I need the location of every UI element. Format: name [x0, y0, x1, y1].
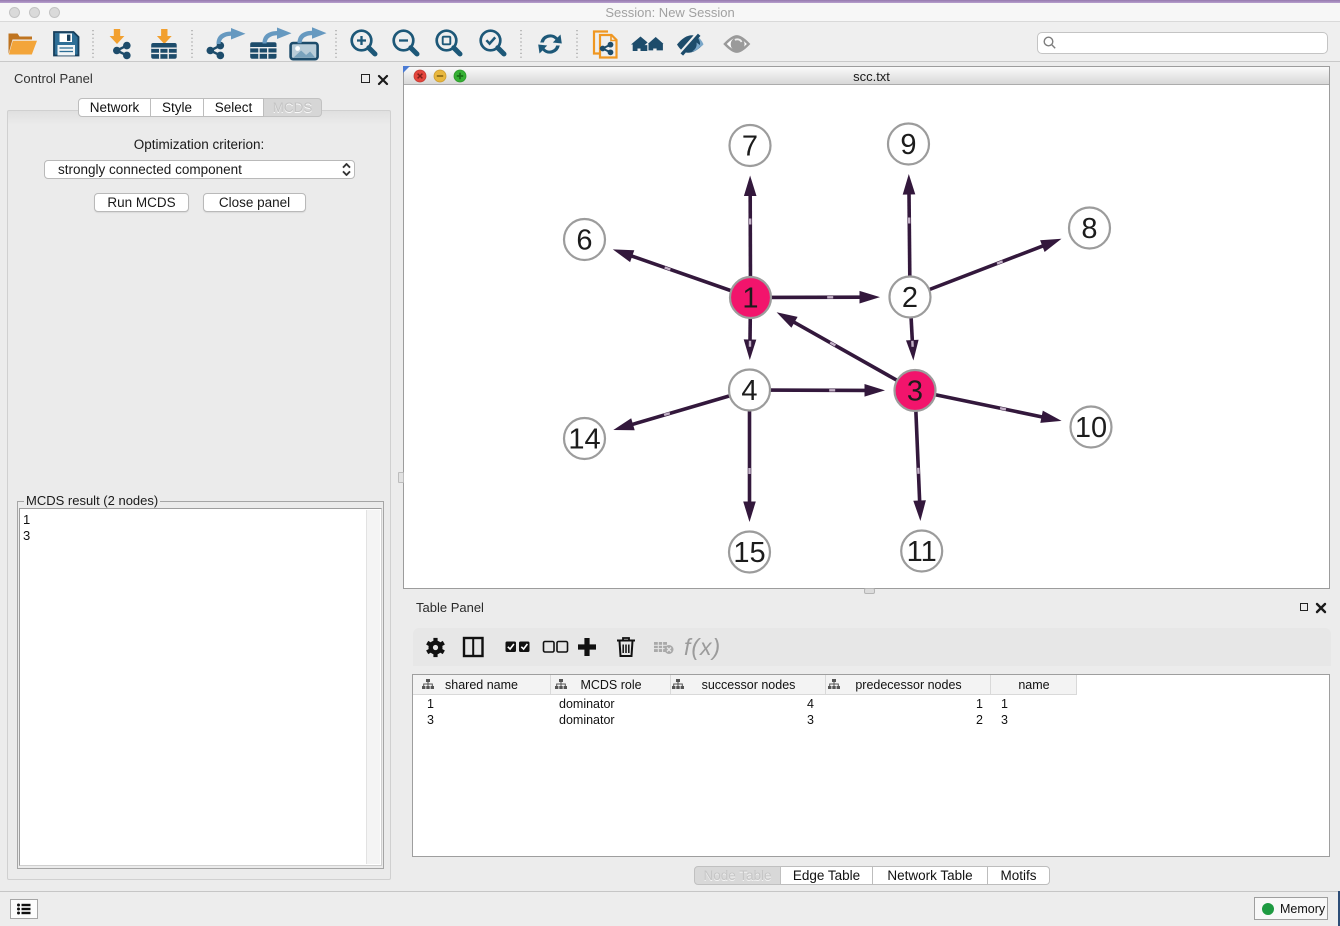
svg-text:14: 14: [568, 424, 600, 456]
svg-text:2: 2: [902, 282, 918, 314]
svg-text:f(x): f(x): [684, 634, 721, 660]
svg-text:7: 7: [742, 131, 758, 163]
svg-text:8: 8: [1081, 213, 1097, 245]
svg-text:11: 11: [907, 536, 937, 568]
svg-text:3: 3: [907, 376, 923, 408]
svg-text:1: 1: [742, 283, 758, 315]
svg-text:10: 10: [1075, 412, 1107, 444]
svg-text:6: 6: [576, 225, 592, 257]
svg-text:15: 15: [733, 537, 765, 569]
svg-text:4: 4: [741, 375, 757, 407]
svg-text:9: 9: [900, 129, 916, 161]
